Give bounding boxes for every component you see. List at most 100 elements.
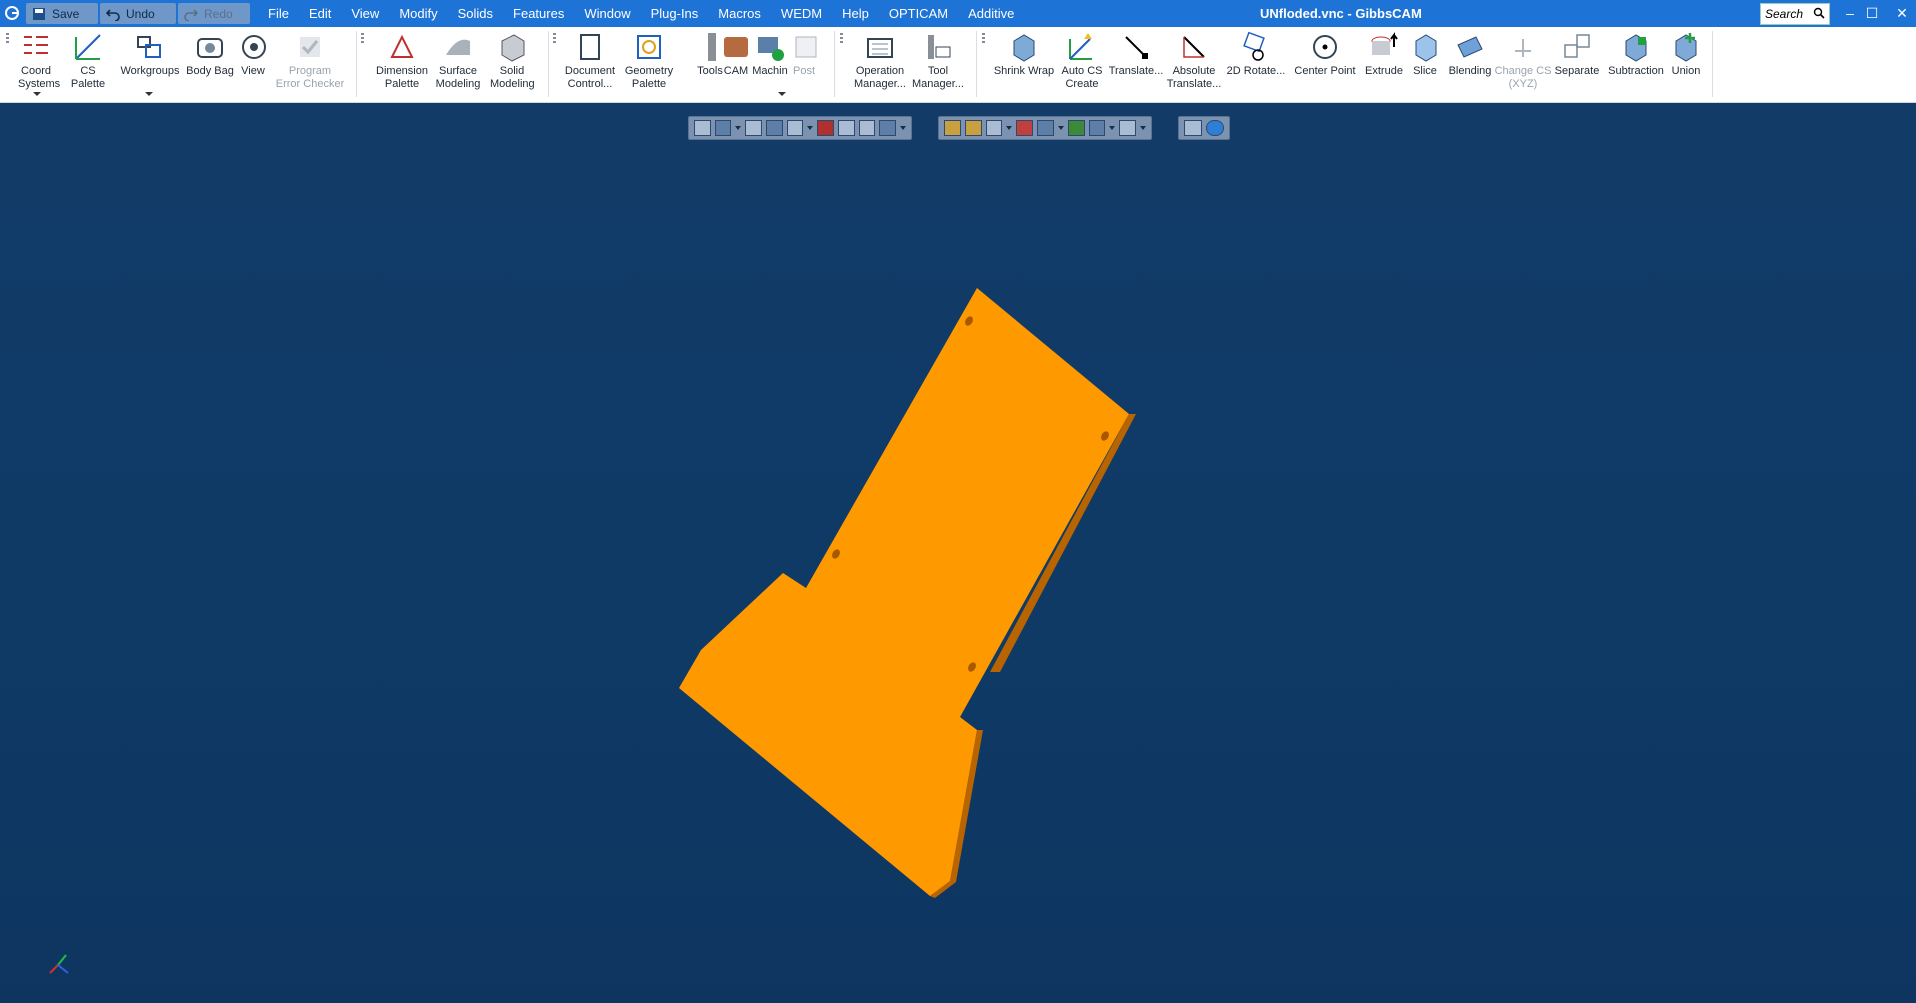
2d-rotate-label: 2D Rotate... bbox=[1226, 65, 1286, 77]
toolbar-grip[interactable] bbox=[361, 33, 364, 43]
menu-window[interactable]: Window bbox=[584, 6, 630, 21]
absolute-translate-button[interactable]: Absolute Translate... bbox=[1166, 31, 1222, 91]
center-point-button[interactable]: Center Point bbox=[1292, 31, 1358, 78]
solid-modeling-label: Solid bbox=[499, 65, 525, 77]
program-error-checker-button[interactable]: Program Error Checker bbox=[272, 31, 348, 91]
undo-label: Undo bbox=[126, 6, 155, 21]
cs-palette-button[interactable]: CS Palette bbox=[62, 31, 114, 91]
close-button[interactable]: ✕ bbox=[1892, 4, 1912, 22]
translate-button[interactable]: Translate... bbox=[1106, 31, 1166, 78]
solid-modeling-button[interactable]: Solid Modeling bbox=[490, 31, 535, 91]
dimension-palette-label: Dimension bbox=[376, 65, 428, 77]
workgroups-button[interactable]: Workgroups bbox=[116, 31, 184, 78]
geometry-palette-button[interactable]: Geometry Palette bbox=[622, 31, 676, 91]
save-button[interactable]: Save bbox=[26, 3, 98, 24]
body-bag-button[interactable]: Body Bag bbox=[184, 31, 236, 78]
operation-manager-button[interactable]: Operation Manager... bbox=[848, 31, 912, 91]
menu-features[interactable]: Features bbox=[513, 6, 564, 21]
post-button[interactable]: Post bbox=[790, 31, 818, 78]
document-control-label-line2: Control... bbox=[567, 78, 613, 90]
redo-icon bbox=[184, 8, 198, 21]
translate-icon bbox=[1125, 36, 1148, 59]
workgroups-label: Workgroups bbox=[120, 65, 180, 77]
document-control-button[interactable]: Document Control... bbox=[562, 31, 618, 91]
coord-systems-label-line2: Systems bbox=[18, 78, 61, 90]
part-model[interactable] bbox=[0, 103, 1916, 1003]
machining-dropdown[interactable] bbox=[778, 92, 786, 96]
operation-manager-icon bbox=[867, 38, 893, 58]
check-icon bbox=[300, 37, 320, 57]
extrude-button[interactable]: Extrude bbox=[1362, 31, 1406, 78]
menu-wedm[interactable]: WEDM bbox=[781, 6, 822, 21]
subtraction-icon bbox=[1625, 34, 1647, 62]
menu-macros[interactable]: Macros bbox=[718, 6, 761, 21]
surface-modeling-button[interactable]: Surface Modeling bbox=[430, 31, 486, 91]
center-point-label: Center Point bbox=[1294, 65, 1356, 77]
cam-button[interactable]: CAM bbox=[718, 31, 754, 78]
post-label: Post bbox=[792, 65, 815, 77]
ribbon-toolbar: Coord Systems CS Palette Workgroups Body Bag… bbox=[0, 27, 1916, 103]
body-bag-icon bbox=[197, 38, 223, 58]
tool-manager-button[interactable]: Tool Manager... bbox=[908, 31, 968, 91]
menu-additive[interactable]: Additive bbox=[968, 6, 1014, 21]
slice-button[interactable]: Slice bbox=[1410, 31, 1440, 78]
translate-label: Translate... bbox=[1108, 65, 1164, 77]
slice-label: Slice bbox=[1413, 65, 1437, 77]
minimize-button[interactable]: – bbox=[1840, 4, 1860, 22]
extrude-label: Extrude bbox=[1365, 65, 1403, 77]
menu-plug-ins[interactable]: Plug-Ins bbox=[651, 6, 699, 21]
menu-modify[interactable]: Modify bbox=[399, 6, 437, 21]
union-label: Union bbox=[1671, 65, 1701, 77]
union-button[interactable]: Union bbox=[1668, 31, 1704, 78]
toolbar-grip[interactable] bbox=[982, 33, 985, 43]
shrink-wrap-button[interactable]: Shrink Wrap bbox=[990, 31, 1058, 78]
auto-cs-create-button[interactable]: Auto CS Create bbox=[1060, 31, 1104, 91]
title-bar: Save Undo Redo File Edit View Modify Solids F… bbox=[0, 0, 1916, 27]
separate-button[interactable]: Separate bbox=[1554, 31, 1600, 78]
view-button[interactable]: View bbox=[238, 31, 268, 78]
undo-button[interactable]: Undo bbox=[100, 3, 176, 24]
gibbscam-app-icon[interactable] bbox=[4, 5, 20, 21]
workgroups-dropdown[interactable] bbox=[145, 92, 153, 96]
search-icon bbox=[1813, 7, 1825, 19]
coord-systems-icon bbox=[24, 36, 48, 54]
menu-solids[interactable]: Solids bbox=[458, 6, 493, 21]
operation-manager-label-line2: Manager... bbox=[854, 78, 906, 90]
blending-button[interactable]: Blending bbox=[1446, 31, 1494, 78]
machining-button[interactable]: Machin bbox=[750, 31, 790, 78]
menu-opticam[interactable]: OPTICAM bbox=[889, 6, 948, 21]
redo-button[interactable]: Redo bbox=[178, 3, 250, 24]
toolbar-grip[interactable] bbox=[6, 33, 9, 43]
geometry-palette-label: Geometry bbox=[624, 65, 674, 77]
toolbar-grip[interactable] bbox=[553, 33, 556, 43]
change-cs-label: Change CS bbox=[1494, 65, 1552, 77]
subtraction-button[interactable]: Subtraction bbox=[1604, 31, 1668, 78]
maximize-button[interactable]: ☐ bbox=[1862, 4, 1882, 22]
view-icon bbox=[242, 35, 266, 59]
menu-edit[interactable]: Edit bbox=[309, 6, 331, 21]
menu-file[interactable]: File bbox=[268, 6, 289, 21]
surface-modeling-label: Surface bbox=[439, 65, 477, 77]
dimension-palette-button[interactable]: Dimension Palette bbox=[372, 31, 432, 91]
slice-icon bbox=[1415, 34, 1437, 62]
ribbon-separator bbox=[834, 31, 835, 97]
coord-systems-dropdown[interactable] bbox=[33, 92, 41, 96]
change-cs-button[interactable]: Change CS (XYZ) bbox=[1494, 31, 1552, 91]
solid-icon bbox=[501, 34, 525, 62]
ribbon-separator bbox=[1712, 31, 1713, 97]
program-error-checker-label: Program bbox=[288, 65, 332, 77]
search-box[interactable]: Search bbox=[1760, 3, 1830, 25]
cs-palette-label: CS Palette bbox=[70, 65, 106, 90]
redo-label: Redo bbox=[204, 6, 233, 21]
3d-viewport[interactable] bbox=[0, 103, 1916, 1003]
cs-palette-icon bbox=[75, 34, 101, 60]
menu-help[interactable]: Help bbox=[842, 6, 869, 21]
2d-rotate-button[interactable]: 2D Rotate... bbox=[1226, 31, 1286, 78]
auto-cs-icon bbox=[1069, 33, 1092, 60]
menu-view[interactable]: View bbox=[351, 6, 379, 21]
surface-icon bbox=[446, 39, 470, 55]
toolbar-grip[interactable] bbox=[840, 33, 843, 43]
save-label: Save bbox=[52, 6, 80, 21]
coord-systems-button[interactable]: Coord Systems bbox=[18, 31, 61, 91]
shrink-wrap-icon bbox=[1013, 34, 1035, 62]
